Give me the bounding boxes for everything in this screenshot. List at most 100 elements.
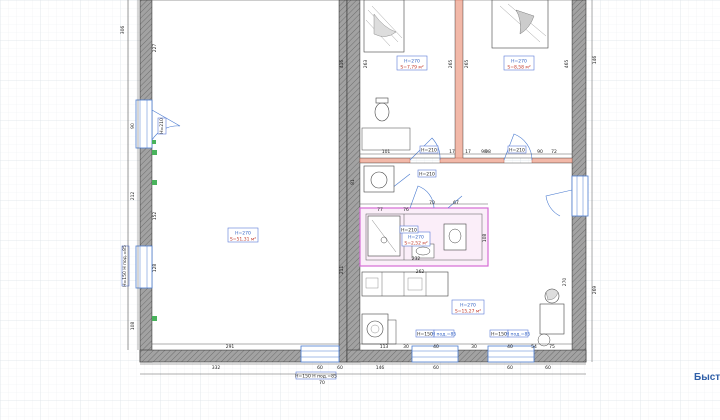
svg-text:54: 54	[531, 344, 537, 350]
svg-text:60: 60	[433, 365, 439, 371]
svg-text:212: 212	[130, 192, 136, 201]
window-left-middle[interactable]	[135, 245, 153, 289]
bed-icon-right	[491, 0, 549, 49]
bed-icon	[363, 0, 405, 53]
window-hall-1-height: H=150	[417, 332, 433, 338]
svg-text:81: 81	[350, 179, 356, 185]
svg-text:128: 128	[152, 264, 158, 273]
hall-area: S=15,27 м²	[455, 309, 481, 315]
wall-left-outer	[139, 0, 153, 363]
door-bedroom-right-tag[interactable]: H=210	[507, 145, 527, 154]
svg-text:270: 270	[562, 278, 568, 287]
bedroom-left-tag[interactable]: H=270 S=7,79 м²	[396, 55, 428, 71]
svg-text:60: 60	[507, 365, 513, 371]
svg-text:265: 265	[448, 60, 454, 69]
svg-text:75: 75	[549, 344, 555, 350]
svg-text:291: 291	[226, 344, 235, 350]
svg-text:40: 40	[507, 344, 513, 350]
svg-text:211: 211	[339, 266, 345, 275]
svg-text:262: 262	[416, 269, 425, 275]
bath-height: H=270	[408, 235, 424, 241]
window-right[interactable]	[571, 175, 589, 217]
svg-text:60: 60	[337, 365, 343, 371]
svg-text:30: 30	[471, 344, 477, 350]
door-bath2-tag[interactable]: H=210	[417, 169, 437, 178]
svg-text:332: 332	[212, 365, 221, 371]
washing-machine-icon	[363, 165, 395, 193]
bath-tag[interactable]: H=270 S=2,52 м²	[401, 231, 431, 247]
svg-text:40: 40	[433, 344, 439, 350]
svg-text:72: 72	[551, 149, 557, 155]
bedroom-left-area: S=7,79 м²	[400, 65, 423, 71]
svg-text:152: 152	[152, 212, 158, 221]
bathtub-icon	[367, 215, 401, 257]
washing-machine-icon-2	[361, 313, 389, 345]
svg-text:60: 60	[545, 365, 551, 371]
window-hall-2-height: H=150	[491, 332, 507, 338]
svg-text:98: 98	[485, 149, 491, 155]
door-bedroom-left-tag[interactable]: H=210	[419, 145, 439, 154]
toilet-icon-bath	[443, 223, 467, 251]
door-left-top-height: H=210	[159, 118, 165, 134]
svg-text:17: 17	[465, 149, 471, 155]
window-hall-2-sill: H под.=85	[506, 332, 531, 338]
big-room-tag[interactable]: H=270 S=51,31 м²	[227, 227, 259, 243]
partition-mid-bottom	[439, 157, 505, 164]
window-bottom-left[interactable]	[300, 345, 340, 363]
svg-text:465: 465	[564, 60, 570, 69]
door-left-top-tag[interactable]: H=210	[157, 117, 167, 135]
door-bath-height: H=210	[401, 228, 417, 234]
svg-text:416: 416	[339, 60, 345, 69]
hall-height: H=270	[460, 303, 476, 309]
svg-text:113: 113	[380, 344, 389, 350]
svg-text:263: 263	[363, 60, 369, 69]
svg-text:17: 17	[449, 149, 455, 155]
big-room-height: H=270	[235, 231, 251, 237]
big-room-floor[interactable]	[151, 0, 340, 351]
wall-right-bottom	[346, 349, 587, 363]
svg-text:269: 269	[592, 286, 598, 295]
bedroom-right-height: H=270	[511, 59, 527, 65]
svg-text:67: 67	[453, 200, 459, 206]
svg-text:70: 70	[319, 380, 325, 386]
window-left-top[interactable]	[135, 99, 153, 149]
wall-middle	[338, 0, 348, 363]
svg-text:265: 265	[464, 60, 470, 69]
floor-plan-canvas[interactable]: H=270 S=51,31 м² H=270 S=7,79 м² H=270 S…	[0, 0, 720, 420]
green-marker-3	[152, 316, 157, 321]
svg-text:146: 146	[376, 365, 385, 371]
door-bedroom-left-height: H=210	[421, 148, 437, 154]
bedroom-right-area: S=8,58 м²	[507, 65, 530, 71]
door-bath-tag[interactable]: H=210	[399, 225, 419, 234]
toilet-icon	[374, 97, 390, 122]
window-hall-1-sub-tag[interactable]: H под.=85	[432, 329, 457, 338]
window-bottom-left-tag[interactable]: H=150 H под.=85	[295, 371, 337, 380]
bath-area: S=2,52 м²	[404, 241, 427, 247]
window-bottom-left-height: H=150 H под.=85	[295, 374, 337, 380]
sidebar-caption[interactable]: Быстр	[694, 372, 720, 383]
svg-text:77: 77	[377, 207, 383, 213]
door-bedroom-right-height: H=210	[509, 148, 525, 154]
window-hall-1-sill: H под.=85	[432, 332, 457, 338]
svg-text:108: 108	[482, 234, 488, 243]
window-hall-2-sub-tag[interactable]: H под.=85	[506, 329, 531, 338]
window-left-height: H=150 H под.=85	[122, 245, 128, 287]
door-bath2-height: H=210	[419, 172, 435, 178]
svg-text:108: 108	[130, 322, 136, 331]
svg-text:146: 146	[592, 56, 598, 65]
partition-right-bottom	[531, 157, 573, 164]
svg-text:227: 227	[152, 44, 158, 53]
svg-text:101: 101	[382, 149, 391, 155]
hall-tag[interactable]: H=270 S=15,27 м²	[451, 299, 485, 315]
shelf	[387, 319, 397, 345]
svg-text:90: 90	[130, 123, 136, 129]
partition-bedrooms	[454, 0, 464, 161]
kitchen-counter	[361, 271, 449, 297]
svg-text:90: 90	[537, 149, 543, 155]
green-marker-2	[152, 180, 157, 185]
bedroom-right-tag[interactable]: H=270 S=8,58 м²	[503, 55, 535, 71]
bedroom-left-height: H=270	[404, 59, 420, 65]
svg-text:76: 76	[403, 207, 409, 213]
svg-text:70: 70	[429, 200, 435, 206]
svg-text:306: 306	[120, 26, 126, 35]
